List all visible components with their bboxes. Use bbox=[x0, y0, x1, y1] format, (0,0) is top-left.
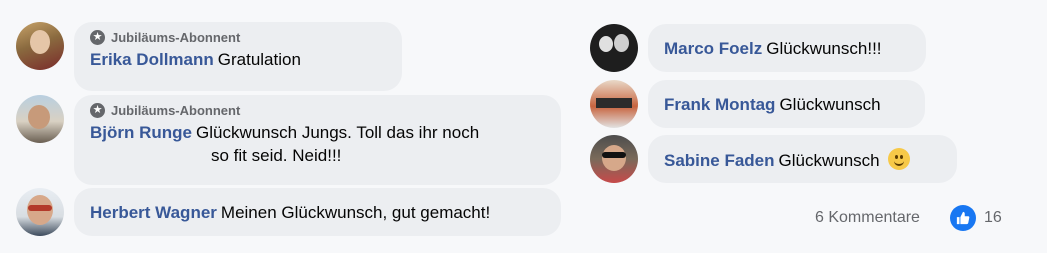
comment-body: Glückwunsch bbox=[779, 95, 881, 114]
avatar[interactable] bbox=[590, 80, 638, 128]
smiling-face-emoji-icon bbox=[888, 148, 911, 170]
thumbs-up-icon[interactable] bbox=[949, 205, 976, 231]
avatar[interactable] bbox=[590, 135, 638, 183]
comment-marco: Marco Foelz Glückwunsch!!! bbox=[590, 24, 926, 72]
likes-count[interactable]: 16 bbox=[984, 209, 1002, 227]
jubilee-badge-icon: ★ bbox=[90, 30, 105, 45]
avatar[interactable] bbox=[16, 188, 64, 236]
comment-bubble: ★ Jubiläums-Abonnent Björn Runge Glückwun… bbox=[74, 95, 561, 185]
comment-text: Sabine Faden Glückwunsch bbox=[664, 148, 941, 172]
comment-bubble: Herbert Wagner Meinen Glückwunsch, gut ge… bbox=[74, 188, 561, 236]
comment-body: Glückwunsch!!! bbox=[766, 39, 882, 58]
comment-author[interactable]: Björn Runge bbox=[90, 123, 192, 142]
comment-bubble: Frank Montag Glückwunsch bbox=[648, 80, 925, 128]
jubilee-badge-icon: ★ bbox=[90, 103, 105, 118]
comment-bubble: Sabine Faden Glückwunsch bbox=[648, 135, 957, 183]
badge-row: ★ Jubiläums-Abonnent bbox=[90, 103, 545, 118]
avatar[interactable] bbox=[590, 24, 638, 72]
badge-row: ★ Jubiläums-Abonnent bbox=[90, 30, 386, 45]
comment-bjoern: ★ Jubiläums-Abonnent Björn Runge Glückwun… bbox=[16, 95, 561, 185]
comment-sabine: Sabine Faden Glückwunsch bbox=[590, 135, 957, 183]
comment-body: so fit seid. Neid!!! bbox=[211, 146, 342, 165]
comment-text: Frank Montag Glückwunsch bbox=[664, 93, 909, 116]
comment-frank: Frank Montag Glückwunsch bbox=[590, 80, 925, 128]
comment-text: Björn Runge Glückwunsch Jungs. Toll das i… bbox=[90, 121, 545, 144]
avatar[interactable] bbox=[16, 95, 64, 143]
post-footer: 6 Kommentare 16 bbox=[815, 205, 1002, 231]
comment-author[interactable]: Herbert Wagner bbox=[90, 203, 217, 222]
comment-text: Herbert Wagner Meinen Glückwunsch, gut ge… bbox=[90, 201, 545, 224]
comment-body: Meinen Glückwunsch, gut gemacht! bbox=[220, 203, 491, 222]
comment-body: Glückwunsch Jungs. Toll das ihr noch bbox=[196, 123, 480, 142]
badge-label: Jubiläums-Abonnent bbox=[111, 103, 241, 118]
comment-text-continued: so fit seid. Neid!!! bbox=[90, 144, 545, 167]
comment-bubble: Marco Foelz Glückwunsch!!! bbox=[648, 24, 926, 72]
comment-erika: ★ Jubiläums-Abonnent Erika Dollmann Gratu… bbox=[16, 22, 402, 91]
comment-text: Marco Foelz Glückwunsch!!! bbox=[664, 37, 910, 60]
badge-label: Jubiläums-Abonnent bbox=[111, 30, 241, 45]
comment-text: Erika Dollmann Gratulation bbox=[90, 48, 386, 71]
comment-body: Glückwunsch bbox=[778, 151, 880, 170]
comment-body: Gratulation bbox=[217, 50, 301, 69]
comment-author[interactable]: Erika Dollmann bbox=[90, 50, 214, 69]
comment-herbert: Herbert Wagner Meinen Glückwunsch, gut ge… bbox=[16, 188, 561, 236]
comment-author[interactable]: Marco Foelz bbox=[664, 39, 762, 58]
comments-count[interactable]: 6 Kommentare bbox=[815, 209, 920, 227]
comment-author[interactable]: Sabine Faden bbox=[664, 151, 775, 170]
avatar[interactable] bbox=[16, 22, 64, 70]
comment-author[interactable]: Frank Montag bbox=[664, 95, 775, 114]
comment-bubble: ★ Jubiläums-Abonnent Erika Dollmann Gratu… bbox=[74, 22, 402, 91]
